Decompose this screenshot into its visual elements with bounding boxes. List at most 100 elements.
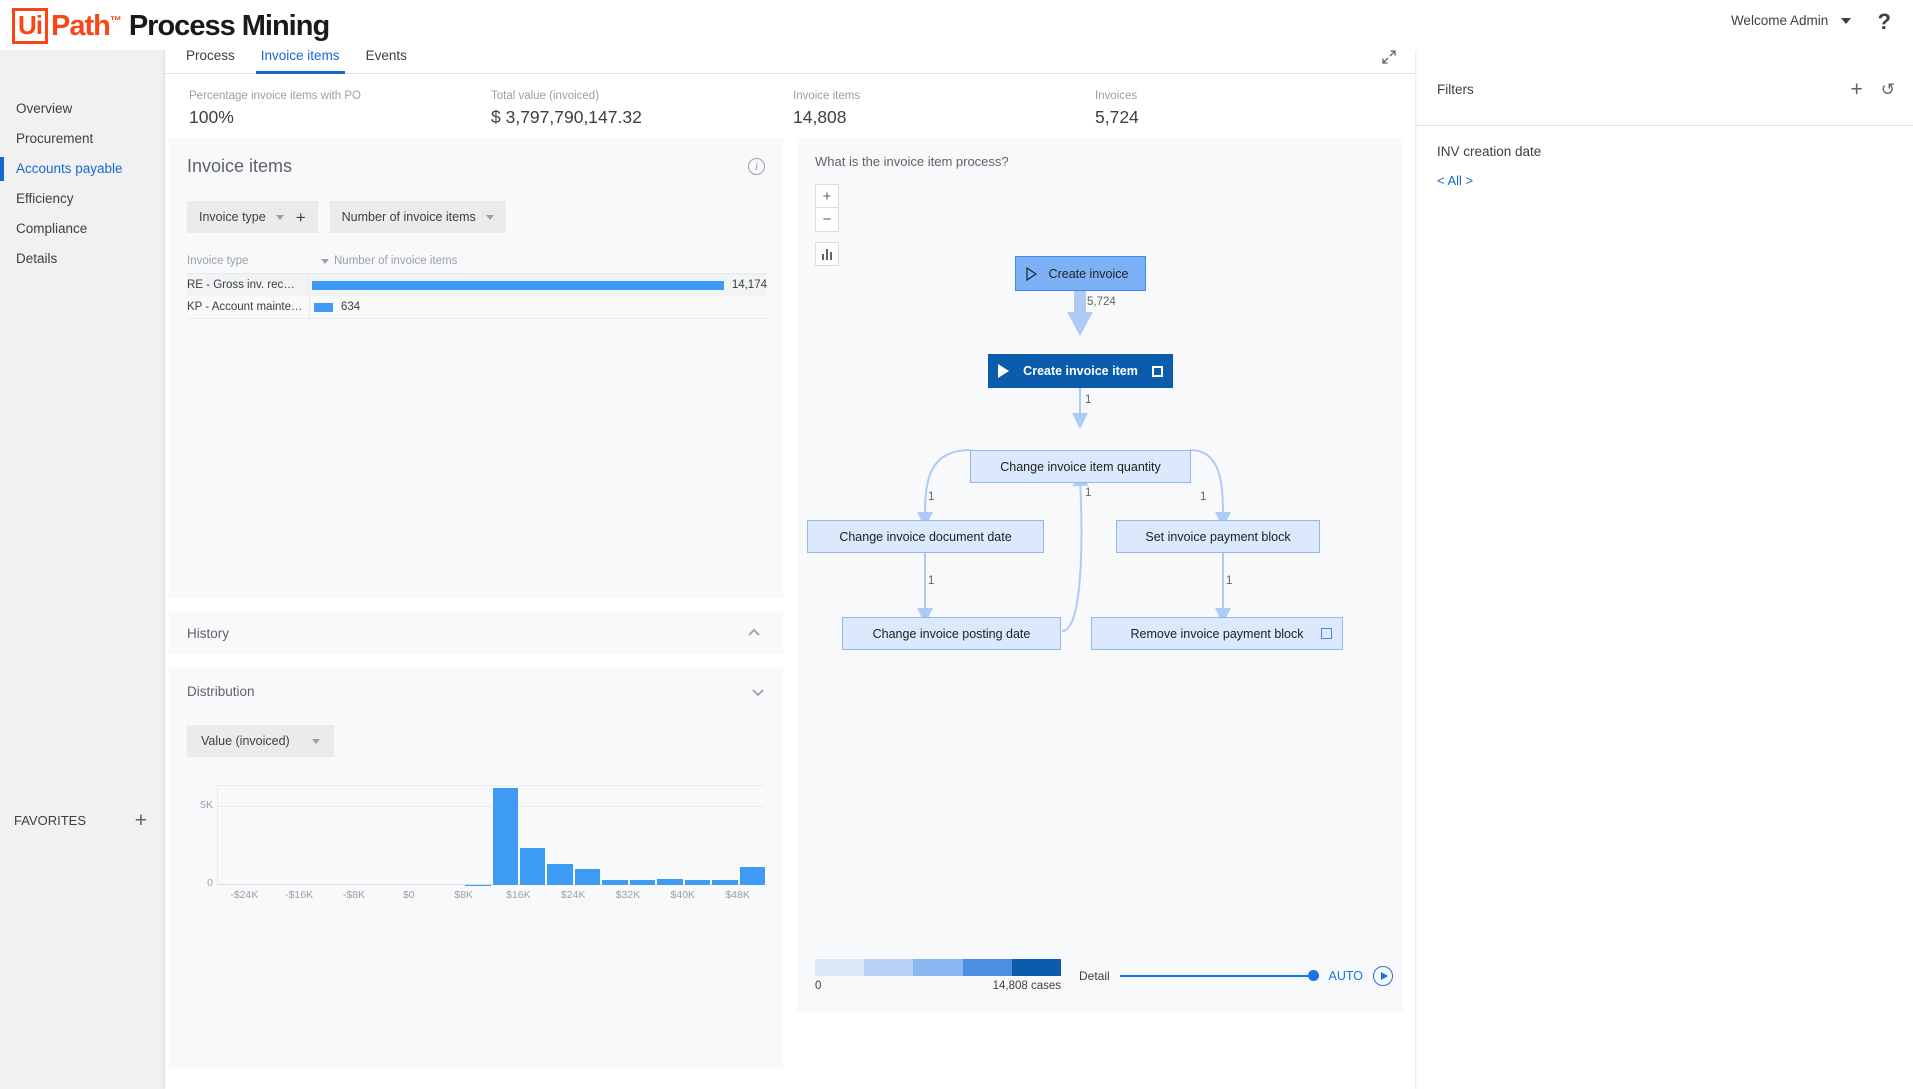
- graph-node-create-invoice-item[interactable]: Create invoice item: [988, 354, 1173, 388]
- invoice-items-card: Invoice items i Invoice type + Number of…: [169, 138, 783, 598]
- y-tick-label: 0: [207, 877, 213, 889]
- zoom-in-button[interactable]: +: [815, 184, 839, 208]
- kpi-label: Invoice items: [793, 90, 861, 102]
- detail-slider[interactable]: [1119, 969, 1319, 983]
- graph-node-remove-invoice-payment-block[interactable]: Remove invoice payment block: [1091, 617, 1343, 650]
- histogram-bar: [574, 869, 601, 885]
- graph-node-change-invoice-item-quantity[interactable]: Change invoice item quantity: [970, 450, 1191, 483]
- legend-swatch: [815, 959, 865, 976]
- kpi-value: 5,724: [1095, 107, 1139, 127]
- sidebar-item-accounts-payable[interactable]: Accounts payable: [0, 154, 165, 184]
- content-area: Invoice items i Invoice type + Number of…: [165, 138, 1415, 1068]
- process-question: What is the invoice item process?: [815, 154, 1009, 169]
- tab-process[interactable]: Process: [173, 48, 248, 73]
- add-filter-button[interactable]: +: [1850, 79, 1862, 100]
- graph-node-label: Create invoice item: [1023, 364, 1138, 378]
- kpi-label: Percentage invoice items with PO: [189, 90, 361, 102]
- chevron-down-icon: [1841, 18, 1851, 25]
- histogram-bar: [739, 866, 766, 885]
- legend-gradient: [815, 959, 1062, 976]
- chevron-up-icon[interactable]: [747, 626, 761, 640]
- add-dimension-button[interactable]: +: [296, 209, 306, 226]
- slider-handle[interactable]: [1307, 970, 1319, 981]
- distribution-measure-selector[interactable]: Value (invoiced): [187, 725, 334, 757]
- tab-events[interactable]: Events: [353, 48, 420, 73]
- graph-node-create-invoice[interactable]: Create invoice: [1015, 256, 1146, 291]
- detail-label: Detail: [1079, 968, 1110, 983]
- chevron-down-icon[interactable]: [751, 685, 765, 699]
- legend-swatch: [864, 959, 914, 976]
- expand-icon[interactable]: [1381, 49, 1397, 65]
- x-tick-label: -$24K: [230, 889, 259, 901]
- sidebar-item-details[interactable]: Details: [0, 244, 165, 274]
- sidebar-item-procurement[interactable]: Procurement: [0, 124, 165, 154]
- sidebar-item-compliance[interactable]: Compliance: [0, 214, 165, 244]
- graph-node-change-invoice-document-date[interactable]: Change invoice document date: [807, 520, 1044, 553]
- add-favorite-button[interactable]: +: [135, 810, 147, 831]
- info-icon[interactable]: i: [748, 158, 765, 175]
- legend-max: 14,808 cases: [992, 980, 1061, 992]
- process-graph-card: What is the invoice item process? + − Cr…: [797, 138, 1403, 1012]
- help-icon[interactable]: ?: [1878, 9, 1891, 35]
- sort-desc-icon: [321, 259, 329, 264]
- graph-edge-label: 5,724: [1087, 296, 1116, 308]
- column-header-value[interactable]: Number of invoice items: [309, 255, 457, 267]
- zoom-out-button[interactable]: −: [815, 208, 839, 232]
- end-node-icon: [1152, 365, 1163, 377]
- play-button[interactable]: [1373, 965, 1393, 986]
- graph-node-set-invoice-payment-block[interactable]: Set invoice payment block: [1116, 520, 1320, 553]
- distribution-title: Distribution: [187, 684, 255, 699]
- sidebar: Overview Procurement Accounts payable Ef…: [0, 50, 165, 1089]
- x-tick-label: -$8K: [342, 889, 366, 901]
- x-tick-label: $0: [402, 889, 415, 901]
- histogram-bar: [492, 788, 518, 885]
- x-tick-label: $40K: [670, 889, 696, 901]
- favorites-section: FAVORITES +: [0, 810, 165, 831]
- x-tick-label: -$16K: [285, 889, 314, 901]
- kpi-value: $ 3,797,790,147.32: [491, 107, 642, 127]
- kpi-invoice-items: Invoice items 14,808: [793, 90, 1095, 128]
- bar: [311, 280, 724, 290]
- reset-filters-icon[interactable]: ↺: [1881, 81, 1895, 98]
- auto-label[interactable]: AUTO: [1329, 969, 1364, 983]
- detail-control: Detail AUTO: [1079, 965, 1393, 986]
- kpi-label: Total value (invoiced): [491, 90, 600, 102]
- filter-label: INV creation date: [1437, 144, 1542, 159]
- x-tick-label: $32K: [615, 889, 641, 901]
- distribution-card: Distribution Value (invoiced) 5K 0 -$24K…: [169, 668, 783, 1068]
- dimension-selector[interactable]: Invoice type +: [187, 201, 318, 233]
- row-bar-cell: 14,174: [306, 274, 767, 296]
- tab-invoice-items[interactable]: Invoice items: [248, 48, 353, 74]
- history-card[interactable]: History: [169, 612, 783, 654]
- histogram-bar: [602, 880, 628, 885]
- filters-actions: + ↺: [1850, 79, 1895, 100]
- right-column: What is the invoice item process? + − Cr…: [797, 138, 1403, 1068]
- histogram-bar: [547, 863, 573, 885]
- kpi-label: Invoices: [1095, 90, 1138, 102]
- graph-edge-label: 1: [1085, 487, 1092, 499]
- filter-value[interactable]: < All >: [1437, 173, 1891, 188]
- left-column: Invoice items i Invoice type + Number of…: [169, 138, 783, 1068]
- uipath-ui-mark: Ui: [12, 8, 48, 44]
- measure-selector[interactable]: Number of invoice items: [329, 201, 506, 233]
- slider-track: [1119, 974, 1319, 977]
- table-row[interactable]: KP - Account maintenan... 634: [187, 296, 767, 318]
- card-title: Invoice items: [187, 156, 293, 176]
- histogram-bar: [465, 884, 491, 885]
- column-header-category[interactable]: Invoice type: [187, 255, 309, 267]
- row-category: KP - Account maintenan...: [187, 301, 309, 313]
- sidebar-item-efficiency[interactable]: Efficiency: [0, 184, 165, 214]
- sidebar-item-overview[interactable]: Overview: [0, 94, 165, 124]
- invoice-items-table: Invoice type Number of invoice items RE …: [187, 255, 767, 319]
- legend-swatch: [1011, 959, 1062, 976]
- uipath-path-mark: Path™: [51, 9, 122, 42]
- graph-edge-label: 1: [928, 491, 935, 503]
- product-name: Process Mining: [128, 9, 330, 42]
- user-menu[interactable]: Welcome Admin: [1731, 13, 1851, 28]
- graph-node-change-invoice-posting-date[interactable]: Change invoice posting date: [842, 617, 1061, 650]
- table-row[interactable]: RE - Gross inv. receipt 14,174: [187, 274, 767, 296]
- kpi-percentage-invoice-items-with-po: Percentage invoice items with PO 100%: [189, 90, 491, 128]
- x-tick-label: $24K: [560, 889, 586, 901]
- measure-selector-label: Number of invoice items: [341, 210, 476, 224]
- end-node-icon: [1321, 628, 1332, 639]
